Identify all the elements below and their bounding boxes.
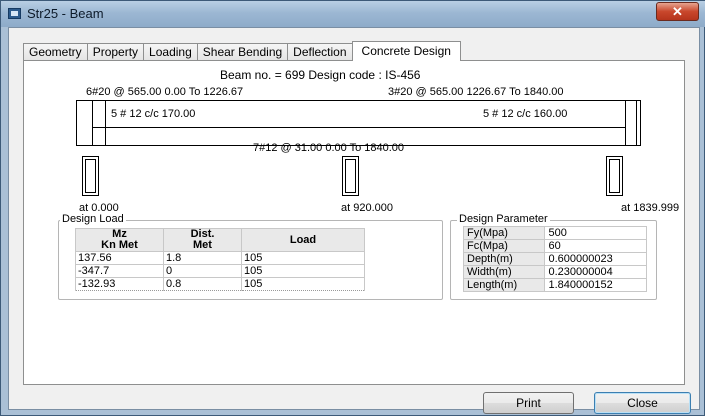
tab-shear-bending[interactable]: Shear Bending — [196, 43, 289, 61]
tab-geometry[interactable]: Geometry — [23, 43, 88, 61]
cell-dist: 0.8 — [163, 277, 242, 291]
beam-left-stirrup-line — [105, 100, 106, 146]
param-value: 500 — [544, 226, 647, 240]
param-value: 0.230000004 — [544, 265, 647, 279]
close-button[interactable]: Close — [594, 392, 691, 414]
table-row[interactable]: -347.7 0 105 — [75, 264, 365, 278]
tab-strip: Geometry Property Loading Shear Bending … — [23, 41, 461, 61]
col-dist-header: Dist. Met — [163, 228, 242, 252]
tab-property[interactable]: Property — [86, 43, 145, 61]
beam-elevation — [76, 100, 641, 146]
param-value: 1.840000152 — [544, 278, 647, 292]
param-value: 0.600000023 — [544, 252, 647, 266]
table-row[interactable]: Depth(m) 0.600000023 — [462, 252, 647, 266]
beam-right-stirrup-line — [625, 100, 626, 146]
param-label: Width(m) — [462, 265, 546, 279]
window-title: Str25 - Beam — [27, 6, 104, 21]
design-load-title: Design Load — [60, 213, 126, 225]
cell-dist: 1.8 — [163, 251, 242, 265]
param-label: Fy(Mpa) — [462, 226, 546, 240]
cell-load: 105 — [241, 277, 365, 291]
param-value: 60 — [544, 239, 647, 253]
title-bar[interactable]: Str25 - Beam ✕ — [1, 1, 705, 27]
table-row[interactable]: -132.93 0.8 105 — [75, 277, 365, 291]
col-mz-header: Mz Kn Met — [75, 228, 164, 252]
param-label: Length(m) — [462, 278, 546, 292]
cell-mz: -347.7 — [75, 264, 164, 278]
app-window-icon — [8, 8, 21, 19]
design-parameter-table: Fy(Mpa) 500 Fc(Mpa) 60 Depth(m) 0.600000023… — [462, 226, 647, 292]
cell-dist: 0 — [163, 264, 242, 278]
tab-loading[interactable]: Loading — [143, 43, 198, 61]
table-row[interactable]: Width(m) 0.230000004 — [462, 265, 647, 279]
support-mid-label: at 920.000 — [341, 202, 393, 214]
top-right-rebar-label: 3#20 @ 565.00 1226.67 To 1840.00 — [388, 86, 564, 98]
beam-left-inner-line — [92, 100, 93, 146]
cell-mz: -132.93 — [75, 277, 164, 291]
table-row[interactable]: 137.56 1.8 105 — [75, 251, 365, 265]
support-left — [82, 156, 99, 196]
stirrup-right-label: 5 # 12 c/c 160.00 — [483, 108, 568, 120]
design-load-table: Mz Kn Met Dist. Met Load 137.56 1.8 105 -3… — [75, 228, 365, 291]
support-mid — [342, 156, 359, 196]
cell-load: 105 — [241, 264, 365, 278]
tab-concrete-design[interactable]: Concrete Design — [351, 41, 461, 61]
cell-mz: 137.56 — [75, 251, 164, 265]
beam-bottom-bar-line — [92, 127, 625, 128]
window-close-button[interactable]: ✕ — [656, 2, 699, 21]
beam-summary: Beam no. = 699 Design code : IS-456 — [220, 68, 421, 82]
table-row[interactable]: Fc(Mpa) 60 — [462, 239, 647, 253]
design-parameter-title: Design Parameter — [457, 213, 550, 225]
col-load-header: Load — [241, 228, 365, 252]
table-row[interactable]: Fy(Mpa) 500 — [462, 226, 647, 240]
cell-load: 105 — [241, 251, 365, 265]
table-row[interactable]: Length(m) 1.840000152 — [462, 278, 647, 292]
beam-right-inner-line — [636, 100, 637, 146]
top-left-rebar-label: 6#20 @ 565.00 0.00 To 1226.67 — [86, 86, 244, 98]
bottom-rebar-label: 7#12 @ 31.00 0.00 To 1840.00 — [253, 142, 405, 154]
support-right — [606, 156, 623, 196]
stirrup-left-label: 5 # 12 c/c 170.00 — [111, 108, 196, 120]
support-right-label: at 1839.999 — [621, 202, 680, 214]
param-label: Fc(Mpa) — [462, 239, 546, 253]
print-button[interactable]: Print — [483, 392, 574, 414]
beam-window: Str25 - Beam ✕ Geometry Property Loading… — [0, 0, 705, 416]
tab-deflection[interactable]: Deflection — [287, 43, 353, 61]
param-label: Depth(m) — [462, 252, 546, 266]
